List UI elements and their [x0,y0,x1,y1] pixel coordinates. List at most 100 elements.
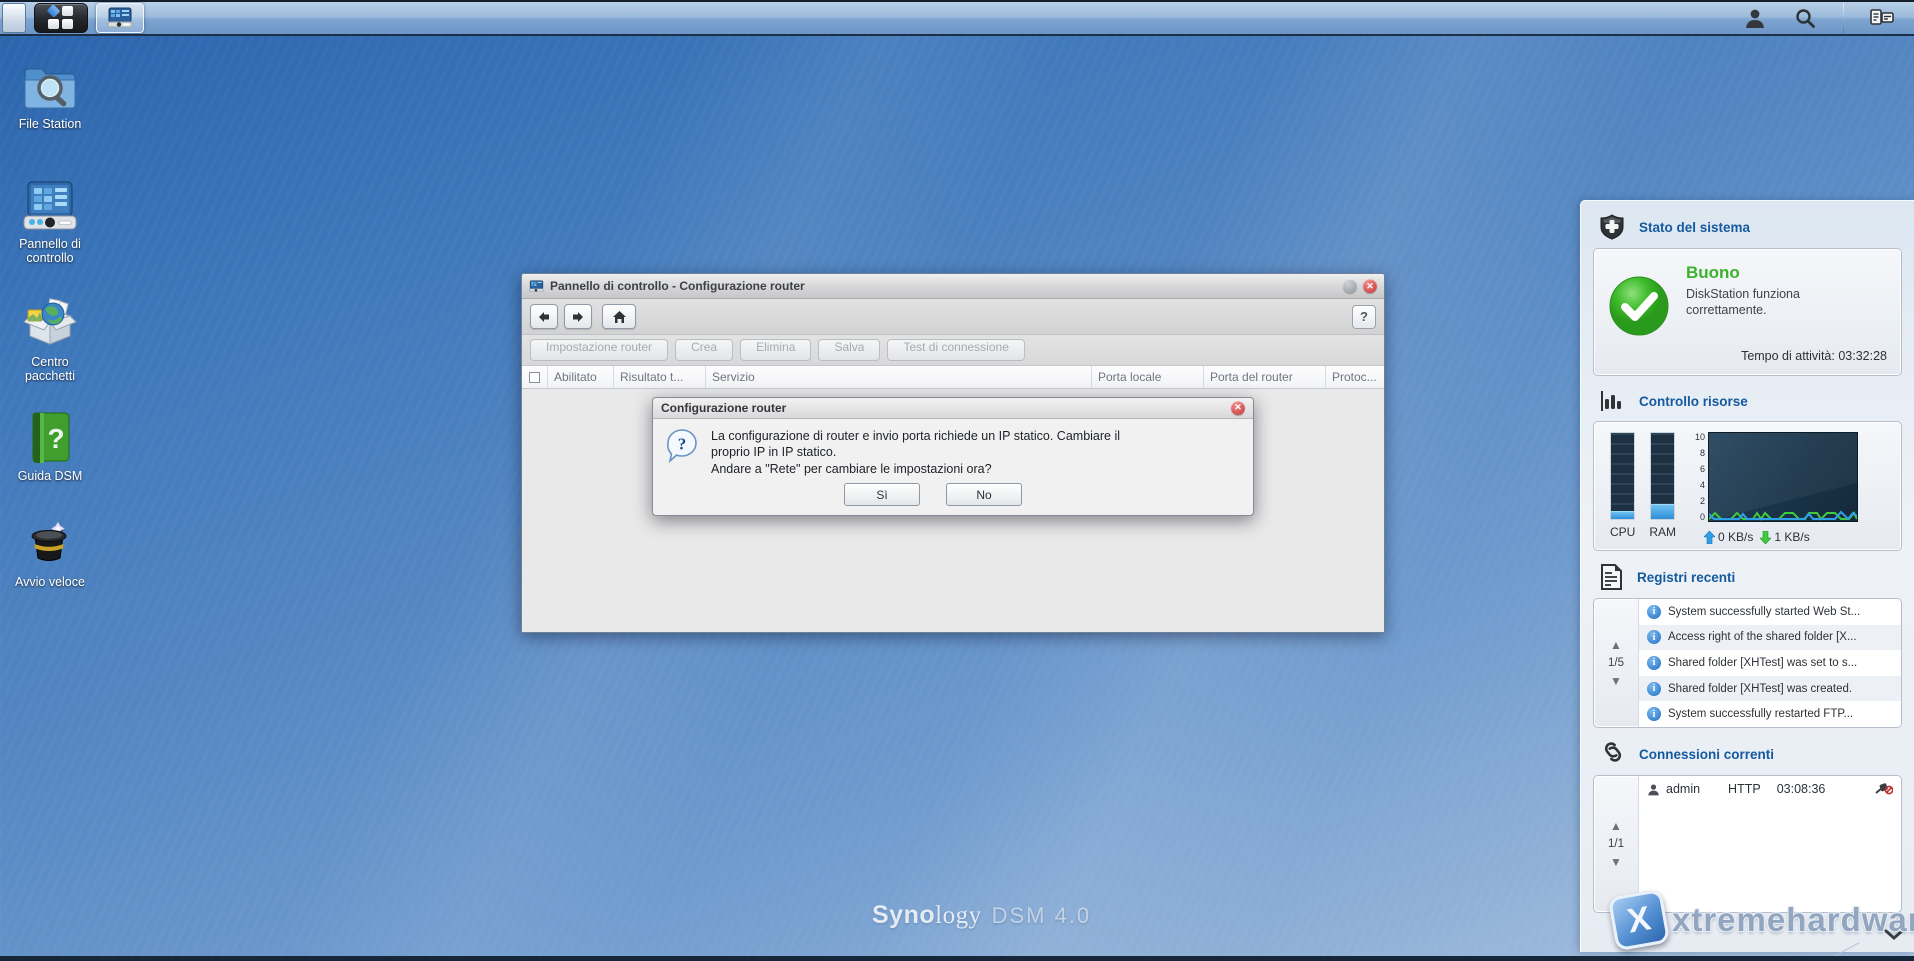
close-button[interactable]: ✕ [1363,279,1377,293]
question-icon: ? [665,428,699,478]
desktop-icon-label: File Station [6,117,94,131]
desktop-icon-label: Guida DSM [6,469,94,483]
column-header[interactable]: Protoc... [1326,366,1384,388]
help-button[interactable]: ? [1352,305,1376,329]
connections-header: Connessioni correnti [1581,728,1914,775]
resource-monitor-header: Controllo risorse [1581,376,1914,421]
ram-meter-fill [1651,504,1674,519]
window-toolbar: Impostazione router Crea Elimina Salva T… [522,335,1384,366]
file-station-icon [6,60,94,112]
home-button[interactable] [602,304,636,329]
column-header[interactable]: Abilitato [548,366,614,388]
xtremehardware-text: xtremehardware.it [1672,901,1914,939]
upload-arrow-icon [1704,531,1715,544]
info-icon: i [1647,656,1661,670]
desktop-icon-label: Centro pacchetti [6,355,94,384]
screen-edge [0,956,1914,961]
connection-row[interactable]: admin HTTP 03:08:36 [1639,776,1901,802]
info-icon: i [1647,707,1661,721]
column-header[interactable]: Porta locale [1092,366,1204,388]
cpu-meter: CPU [1610,432,1635,544]
column-header[interactable]: Risultato t... [614,366,706,388]
taskbar-separator [1843,3,1844,33]
connections-pagination: ▲ 1/1 ▼ [1594,776,1638,912]
log-entry[interactable]: iShared folder [XHTest] was created. [1639,676,1901,702]
desktop-icon-dsm-help[interactable]: ? Guida DSM [6,412,94,483]
connection-test-button[interactable]: Test di connessione [887,339,1024,361]
desktop-icon-file-station[interactable]: File Station [6,60,94,131]
show-desktop-button[interactable] [2,3,26,33]
search-icon[interactable] [1793,6,1817,30]
info-icon: i [1647,605,1661,619]
column-header[interactable]: Servizio [706,366,1092,388]
user-icon[interactable] [1743,6,1767,30]
download-rate: 1 KB/s [1774,530,1809,544]
dialog-question: Andare a "Rete" per cambiare le impostaz… [711,461,1159,478]
connections-page-up[interactable]: ▲ [1610,820,1622,832]
uptime-text: Tempo di attività: 03:32:28 [1686,349,1887,363]
yes-button[interactable]: Sì [844,483,920,506]
disconnect-icon[interactable] [1875,781,1893,798]
control-panel-icon [6,180,94,232]
quick-start-icon [6,514,94,570]
table-header-row: Abilitato Risultato t... Servizio Porta … [522,366,1384,389]
network-rates: 0 KB/s 1 KB/s [1690,527,1891,544]
connections-page-down[interactable]: ▼ [1610,856,1622,868]
dialog-close-button[interactable]: ✕ [1231,401,1245,415]
recent-logs-card: ▲ 1/5 ▼ iSystem successfully started Web… [1593,598,1902,728]
desktop-icon-package-center[interactable]: Centro pacchetti [6,298,94,384]
logs-page-up[interactable]: ▲ [1610,639,1622,651]
log-entry[interactable]: iSystem successfully started Web St... [1639,599,1901,625]
dialog-title: Configurazione router [661,401,1231,415]
upload-rate: 0 KB/s [1718,530,1753,544]
ram-label: RAM [1649,525,1676,539]
log-entry[interactable]: iAccess right of the shared folder [X... [1639,625,1901,651]
recent-logs-header: Registri recenti [1581,551,1914,598]
system-health-header: Stato del sistema [1581,201,1914,248]
log-entry[interactable]: iShared folder [XHTest] was set to s... [1639,650,1901,676]
system-health-card: Buono DiskStation funziona correttamente… [1593,248,1902,376]
create-button[interactable]: Crea [675,339,733,361]
taskbar [0,0,1914,36]
resource-monitor-card: CPU RAM 10 8 6 4 2 0 [1593,421,1902,551]
window-nav-row: ? [522,299,1384,335]
select-all-checkbox[interactable] [522,366,548,388]
taskbar-control-panel-button[interactable] [96,3,144,33]
back-button[interactable] [530,304,558,329]
dialog-titlebar[interactable]: Configurazione router ✕ [653,398,1253,419]
connection-protocol: HTTP [1728,782,1761,796]
svg-text:?: ? [678,434,687,453]
desktop-icon-quick-start[interactable]: Avvio veloce [6,514,94,589]
logs-pagination: ▲ 1/5 ▼ [1594,599,1638,727]
connections-page-indicator: 1/1 [1608,838,1624,850]
no-button[interactable]: No [946,483,1022,506]
router-setup-button[interactable]: Impostazione router [530,339,668,361]
cpu-label: CPU [1610,525,1635,539]
window-icon [529,280,544,293]
pilot-view-panel: Stato del sistema Buono DiskStation funz… [1580,200,1914,952]
column-header[interactable]: Porta del router [1204,366,1326,388]
logs-page-down[interactable]: ▼ [1610,675,1622,687]
minimize-button[interactable] [1343,279,1357,293]
log-entry[interactable]: iSystem successfully restarted FTP... [1639,701,1901,727]
save-button[interactable]: Salva [818,339,880,361]
xtremehardware-watermark: X xtremehardware.it [1612,893,1914,947]
info-icon: i [1647,682,1661,696]
dsm-help-icon: ? [6,412,94,464]
desktop-icon-control-panel[interactable]: Pannello di controllo [6,180,94,266]
log-document-icon [1599,564,1623,590]
status-description: DiskStation funziona correttamente. [1686,286,1836,319]
info-icon: i [1647,630,1661,644]
shield-icon [1599,214,1625,240]
status-text: Buono [1686,263,1887,283]
forward-button[interactable] [564,304,592,329]
delete-button[interactable]: Elimina [740,339,811,361]
window-titlebar[interactable]: Pannello di controllo - Configurazione r… [522,274,1384,299]
main-menu-button[interactable] [34,3,88,33]
desktop-icon-label: Avvio veloce [6,575,94,589]
ram-meter: RAM [1649,432,1676,544]
synology-logo: SynologyDSM 4.0 [872,901,1091,930]
download-arrow-icon [1760,531,1771,544]
pilot-view-icon[interactable] [1870,6,1894,30]
package-center-icon [6,298,94,350]
